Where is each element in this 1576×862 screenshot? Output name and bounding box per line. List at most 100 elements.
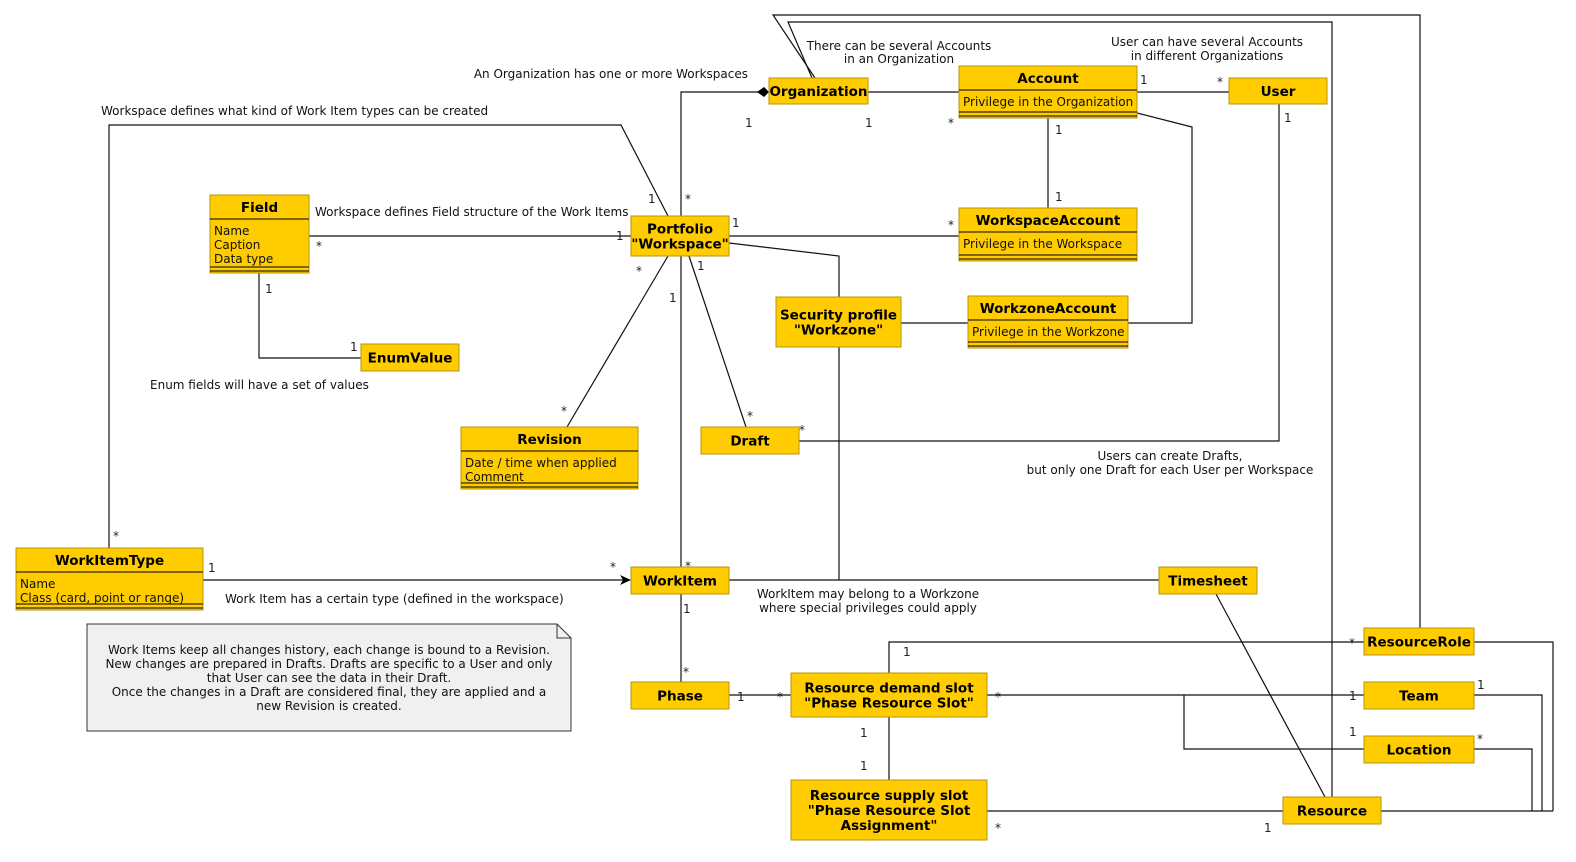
class-name: EnumValue (368, 351, 453, 367)
class-organization[interactable]: Organization (768, 77, 869, 105)
multiplicity-label: * (685, 559, 691, 573)
multiplicity-label: 1 (1055, 190, 1063, 204)
class-attribute: Date / time when applied (465, 456, 617, 470)
multiplicity-label: * (636, 264, 642, 278)
multiplicity-label: 1 (737, 690, 745, 704)
class-name: WorkItem (643, 574, 717, 590)
multiplicity-label: * (799, 423, 805, 437)
class-location[interactable]: Location (1363, 735, 1475, 764)
class-name: Resource demand slot (804, 681, 974, 697)
class-resource-role[interactable]: ResourceRole (1363, 627, 1475, 656)
class-attribute: Class (card, point or range) (20, 591, 184, 605)
class-draft[interactable]: Draft (700, 426, 800, 455)
class-resource[interactable]: Resource (1282, 796, 1382, 825)
class-name: Phase (657, 689, 703, 705)
multiplicity-label: 1 (732, 216, 740, 230)
class-phase[interactable]: Phase (630, 681, 730, 710)
class-workspace[interactable]: Portfolio"Workspace" (630, 215, 730, 257)
multiplicity-label: 1 (697, 259, 705, 273)
annotation-label: where special privileges could apply (759, 601, 977, 615)
multiplicity-label: 1 (616, 229, 624, 243)
class-name: "Phase Resource Slot" (804, 696, 974, 712)
multiplicity-label: * (316, 239, 322, 253)
composition-diamond-icon (757, 87, 769, 97)
multiplicity-label: * (777, 690, 783, 704)
multiplicity-label: * (1217, 75, 1223, 89)
class-field[interactable]: Field NameCaptionData type (209, 194, 310, 274)
multiplicity-label: 1 (1264, 821, 1272, 835)
multiplicity-label: 1 (1349, 725, 1357, 739)
class-attribute: Name (214, 224, 249, 238)
class-name: Portfolio (647, 222, 713, 238)
class-name: Security profile (780, 308, 897, 324)
class-name: "Phase Resource Slot (808, 803, 971, 819)
class-workzone-account[interactable]: WorkzoneAccount Privilege in the Workzone (967, 295, 1129, 349)
multiplicity-label: * (995, 821, 1001, 835)
multiplicity-label: 1 (1284, 111, 1292, 125)
multiplicity-label: 1 (683, 602, 691, 616)
class-name: "Workzone" (794, 323, 883, 339)
annotation-label: User can have several Accounts (1111, 35, 1303, 49)
multiplicity-label: 1 (208, 561, 216, 575)
association-line (728, 242, 840, 297)
association-line (799, 104, 1280, 442)
class-name: User (1261, 84, 1296, 100)
multiplicity-label: 1 (860, 726, 868, 740)
multiplicity-label: 1 (265, 282, 273, 296)
class-resource-demand-slot[interactable]: Resource demand slot"Phase Resource Slot… (790, 672, 988, 718)
class-name: Resource supply slot (810, 788, 969, 804)
multiplicity-label: 1 (903, 645, 911, 659)
multiplicity-label: * (995, 690, 1001, 704)
multiplicity-label: 1 (1349, 689, 1357, 703)
association-line (680, 91, 760, 216)
annotation-label: Enum fields will have a set of values (150, 378, 369, 392)
note: Work Items keep all changes history, eac… (86, 623, 572, 732)
association-line (688, 255, 747, 428)
class-work-item-type[interactable]: WorkItemTypeNameClass (card, point or ra… (15, 547, 204, 611)
multiplicity-label: * (685, 192, 691, 206)
class-timesheet[interactable]: Timesheet (1158, 566, 1258, 595)
class-team[interactable]: Team (1363, 681, 1475, 710)
class-revision[interactable]: Revision Date / time when appliedComment (460, 426, 639, 490)
class-name: Timesheet (1168, 574, 1248, 590)
multiplicity-label: 1 (745, 116, 753, 130)
note-text: New changes are prepared in Drafts. Draf… (105, 657, 552, 671)
multiplicity-label: * (948, 218, 954, 232)
class-account[interactable]: Account Privilege in the Organization (958, 65, 1138, 119)
association-line (888, 641, 1364, 673)
multiplicity-label: * (1349, 636, 1355, 650)
class-attribute: Data type (214, 252, 273, 266)
association-line (258, 273, 361, 359)
class-attribute: Caption (214, 238, 260, 252)
note-text: new Revision is created. (256, 699, 402, 713)
class-attribute: Privilege in the Organization (963, 95, 1133, 109)
class-attribute: Comment (465, 470, 524, 484)
multiplicity-label: 1 (1140, 73, 1148, 87)
multiplicity-label: * (747, 409, 753, 423)
class-name: Revision (517, 432, 582, 448)
class-name: Organization (769, 84, 867, 100)
association-line (1128, 112, 1193, 324)
multiplicity-label: 1 (1055, 123, 1063, 137)
note-text: that User can see the data in their Draf… (207, 671, 452, 685)
multiplicity-label: 1 (1477, 678, 1485, 692)
class-security-profile[interactable]: Security profile"Workzone" (775, 296, 902, 348)
multiplicity-label: 1 (669, 291, 677, 305)
class-workspace-account[interactable]: WorkspaceAccount Privilege in the Workspa… (958, 207, 1138, 262)
multiplicity-label: 1 (648, 192, 656, 206)
class-name: Location (1387, 743, 1452, 759)
multiplicity-label: * (948, 116, 954, 130)
class-attribute: Privilege in the Workspace (963, 237, 1122, 251)
class-name: Field (241, 200, 278, 216)
annotation-label: Workspace defines what kind of Work Item… (101, 104, 488, 118)
class-enum-value[interactable]: EnumValue (360, 343, 460, 372)
class-resource-supply-slot[interactable]: Resource supply slot"Phase Resource Slot… (790, 779, 988, 841)
annotation-label: WorkItem may belong to a Workzone (757, 587, 979, 601)
class-name: Draft (730, 434, 770, 450)
class-work-item[interactable]: WorkItem (630, 566, 730, 595)
note-text: Once the changes in a Draft are consider… (112, 685, 547, 699)
class-user[interactable]: User (1228, 77, 1328, 105)
multiplicity-label: * (1477, 732, 1483, 746)
annotation-label: Users can create Drafts, (1097, 449, 1242, 463)
annotation-label: Work Item has a certain type (defined in… (225, 592, 564, 606)
